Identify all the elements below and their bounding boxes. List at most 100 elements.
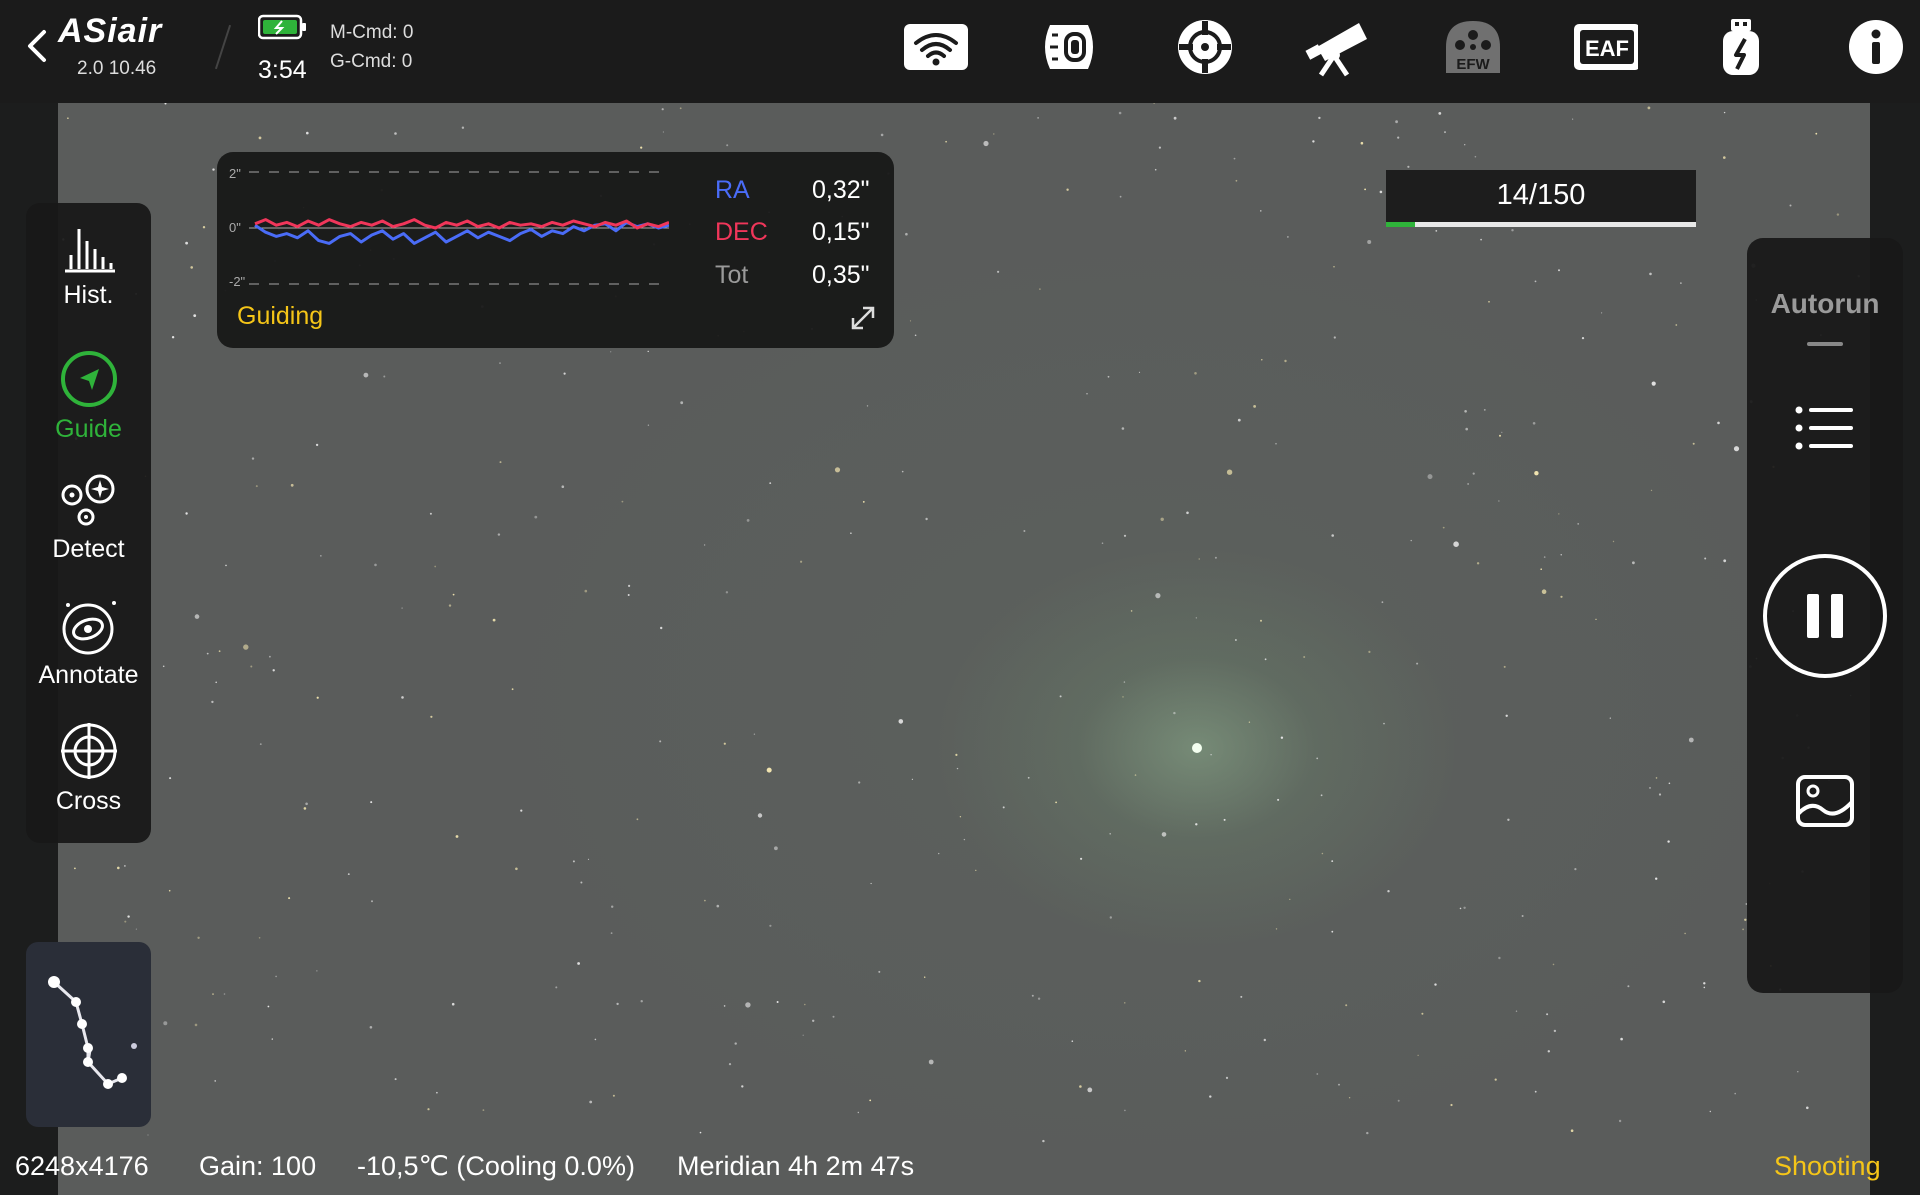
star (1280, 736, 1284, 739)
star (1688, 737, 1694, 743)
image-resolution: 6248x4176 (15, 1151, 149, 1181)
guide-target-button[interactable] (1172, 18, 1238, 76)
star (870, 882, 872, 885)
star (1650, 489, 1653, 492)
tool-histogram[interactable]: Hist. (26, 225, 151, 335)
dec-value: 0,15" (812, 218, 870, 246)
info-button[interactable] (1843, 18, 1909, 76)
star (1087, 1087, 1093, 1093)
star (1303, 656, 1306, 658)
star (1223, 818, 1226, 821)
tool-guide[interactable]: Guide (26, 349, 151, 459)
star (1501, 431, 1503, 433)
star (455, 835, 459, 838)
star (401, 696, 404, 699)
star (1042, 1139, 1045, 1143)
star (869, 1099, 872, 1102)
star (1264, 658, 1267, 661)
tool-label: Guide (55, 415, 122, 443)
star (190, 266, 193, 269)
star (1547, 1050, 1551, 1053)
star (746, 519, 750, 522)
star (1581, 337, 1585, 340)
star (315, 443, 319, 447)
sequence-list-button[interactable] (1795, 404, 1855, 459)
star (834, 467, 841, 473)
star (1260, 210, 1262, 212)
star (857, 1111, 859, 1114)
efw-button[interactable]: EFW (1440, 18, 1506, 76)
back-button[interactable] (22, 26, 52, 66)
star (316, 970, 318, 972)
star (1037, 117, 1039, 119)
star (1507, 818, 1510, 821)
star (832, 1015, 835, 1018)
expand-button[interactable] (847, 302, 879, 334)
star (561, 485, 565, 489)
camera-button[interactable] (1036, 18, 1102, 76)
star (215, 681, 217, 684)
tool-cross[interactable]: Cross (26, 721, 151, 831)
star (699, 1131, 702, 1134)
star (197, 936, 200, 939)
star (1649, 787, 1651, 789)
mount-button[interactable] (1303, 18, 1369, 77)
star (1410, 539, 1412, 542)
star (1107, 375, 1110, 378)
star (1331, 534, 1334, 537)
star (290, 483, 294, 487)
star (1503, 665, 1506, 668)
star (1534, 280, 1537, 283)
star (1601, 312, 1603, 314)
star (1476, 562, 1480, 565)
star (584, 589, 588, 593)
star (492, 618, 496, 622)
star (1498, 956, 1501, 960)
guiding-graph-panel[interactable]: 2" 0" -2" RA 0,32" DEC 0,15" Tot 0,35" G… (217, 152, 894, 348)
star (1123, 534, 1127, 537)
star (162, 665, 165, 668)
ra-label: RA (715, 176, 750, 204)
star (135, 928, 137, 930)
pause-button[interactable] (1761, 552, 1889, 685)
star (194, 1023, 198, 1027)
autorun-panel: Autorun (1747, 238, 1903, 993)
star (1541, 589, 1547, 594)
guiding-graph (249, 171, 669, 285)
usb-power-button[interactable] (1708, 18, 1774, 76)
tool-annotate[interactable]: Annotate (26, 597, 151, 707)
star (1333, 266, 1335, 268)
star (482, 1109, 485, 1111)
star (1387, 890, 1390, 893)
star (1655, 877, 1658, 880)
star (1155, 593, 1161, 599)
status-bar: 6248x4176 Gain: 100 -10,5℃ (Cooling 0.0%… (0, 1146, 1920, 1195)
sky-map-thumbnail[interactable] (26, 942, 151, 1127)
star (1543, 556, 1546, 558)
star (1511, 229, 1514, 232)
star (1494, 1078, 1497, 1081)
star (124, 920, 127, 923)
star (1480, 238, 1482, 241)
star (1071, 1040, 1074, 1042)
star (1284, 359, 1287, 363)
star (394, 1078, 397, 1081)
star (305, 802, 308, 806)
eaf-button[interactable]: EAF (1572, 18, 1638, 76)
gallery-button[interactable] (1795, 774, 1855, 833)
tool-detect[interactable]: Detect (26, 473, 151, 583)
star (269, 655, 271, 658)
star (1134, 774, 1137, 776)
star (1109, 833, 1111, 835)
star (371, 900, 373, 903)
star (1703, 986, 1706, 989)
wifi-button[interactable] (903, 18, 969, 76)
star (147, 1134, 149, 1136)
star (1235, 639, 1237, 641)
app-version: 2.0 10.46 (77, 58, 157, 79)
star (628, 584, 631, 588)
star (769, 924, 772, 927)
star (448, 604, 452, 607)
star (1620, 1037, 1623, 1041)
star (757, 813, 763, 818)
